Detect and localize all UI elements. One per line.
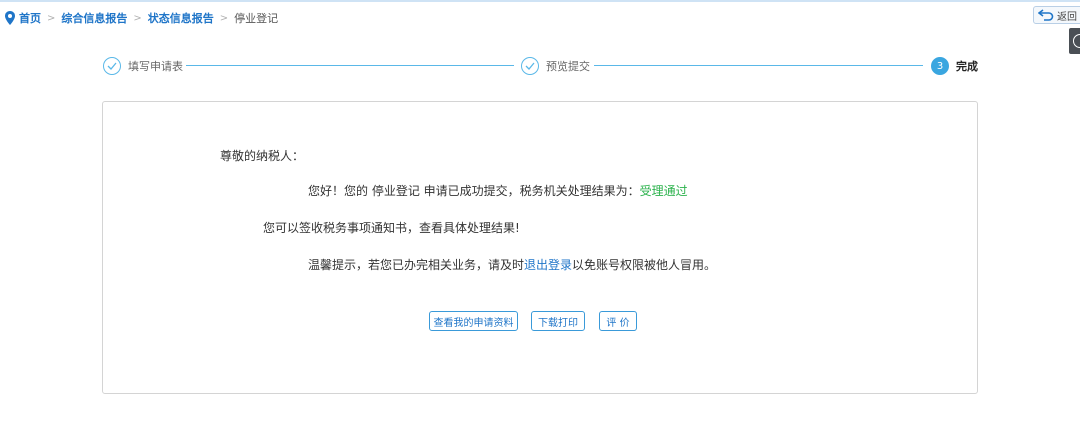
breadcrumb-home-link[interactable]: 首页 <box>19 10 41 26</box>
result-message-text: 您好！您的 停业登记 申请已成功提交，税务机关处理结果为： <box>308 184 640 198</box>
result-message: 您好！您的 停业登记 申请已成功提交，税务机关处理结果为：受理通过 <box>308 182 688 199</box>
breadcrumb-separator: > <box>47 12 56 24</box>
progress-steps: 填写申请表 预览提交 3 完成 <box>103 55 978 77</box>
step-connector <box>594 65 923 66</box>
tip-message: 温馨提示，若您已办完相关业务，请及时退出登录以免账号权限被他人冒用。 <box>308 256 716 273</box>
salutation-text: 尊敬的纳税人： <box>220 149 305 163</box>
step-label: 填写申请表 <box>128 60 183 73</box>
check-icon <box>103 57 121 75</box>
step-preview-submit: 预览提交 <box>521 55 590 77</box>
help-icon[interactable] <box>1069 28 1080 54</box>
back-arrow-icon <box>1038 9 1054 21</box>
breadcrumb-separator: > <box>219 12 229 24</box>
logout-link[interactable]: 退出登录 <box>524 258 572 272</box>
tip-text: 温馨提示，若您已办完相关业务，请及时 <box>308 258 525 272</box>
download-print-button[interactable]: 下载打印 <box>531 311 585 331</box>
breadcrumb: 首页 > 综合信息报告 > 状态信息报告 > 停业登记 <box>4 9 278 27</box>
rate-button[interactable]: 评 价 <box>599 311 637 331</box>
check-icon <box>521 57 539 75</box>
top-border <box>0 0 1080 2</box>
breadcrumb-level1-link[interactable]: 综合信息报告 <box>61 10 127 26</box>
breadcrumb-separator: > <box>133 12 142 24</box>
result-status: 受理通过 <box>639 184 688 198</box>
location-pin-icon <box>5 11 15 25</box>
breadcrumb-current: 停业登记 <box>234 12 279 25</box>
view-application-button[interactable]: 查看我的申请资料 <box>429 311 518 331</box>
step-complete: 3 完成 <box>931 55 978 77</box>
step-fill-form: 填写申请表 <box>103 55 183 77</box>
result-panel: 尊敬的纳税人： 您好！您的 停业登记 申请已成功提交，税务机关处理结果为：受理通… <box>102 101 978 394</box>
back-button-label: 返回 <box>1057 11 1077 23</box>
notice-text: 您可以签收税务事项通知书，查看具体处理结果! <box>263 221 520 235</box>
breadcrumb-level2-link[interactable]: 状态信息报告 <box>148 10 214 26</box>
step-label: 完成 <box>956 60 978 73</box>
back-button[interactable]: 返回 <box>1033 6 1080 24</box>
step-number-badge: 3 <box>931 57 949 75</box>
step-connector <box>186 65 514 66</box>
step-label: 预览提交 <box>546 60 590 73</box>
tip-suffix-text: 以免账号权限被他人冒用。 <box>572 258 717 272</box>
